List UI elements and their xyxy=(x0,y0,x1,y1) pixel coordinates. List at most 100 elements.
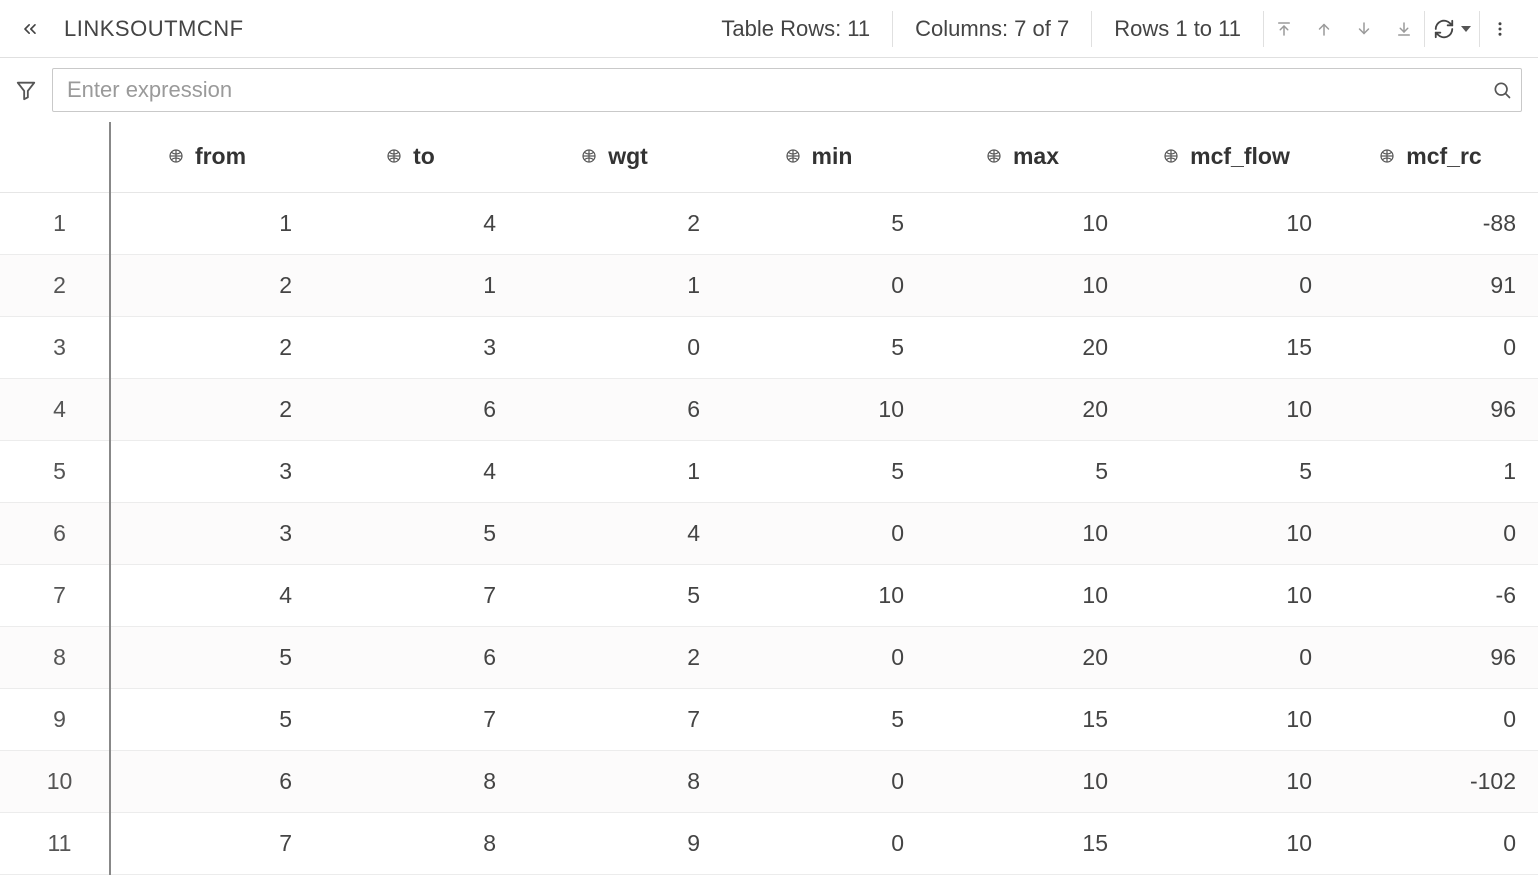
cell-min[interactable]: 5 xyxy=(722,192,926,254)
expression-search-button[interactable] xyxy=(1492,80,1512,100)
cell-to[interactable]: 5 xyxy=(314,502,518,564)
cell-mcf_flow[interactable]: 10 xyxy=(1130,564,1334,626)
cell-from[interactable]: 6 xyxy=(110,750,314,812)
cell-max[interactable]: 10 xyxy=(926,502,1130,564)
cell-to[interactable]: 8 xyxy=(314,750,518,812)
cell-mcf_rc[interactable]: 0 xyxy=(1334,688,1538,750)
cell-max[interactable]: 15 xyxy=(926,688,1130,750)
go-to-first-button[interactable] xyxy=(1264,9,1304,49)
table-row[interactable]: 2211010091 xyxy=(0,254,1538,316)
cell-to[interactable]: 1 xyxy=(314,254,518,316)
page-up-button[interactable] xyxy=(1304,9,1344,49)
table-row[interactable]: 7475101010-6 xyxy=(0,564,1538,626)
cell-mcf_rc[interactable]: -6 xyxy=(1334,564,1538,626)
cell-max[interactable]: 10 xyxy=(926,564,1130,626)
cell-wgt[interactable]: 2 xyxy=(518,626,722,688)
cell-mcf_flow[interactable]: 10 xyxy=(1130,812,1334,874)
column-header-to[interactable]: to xyxy=(314,122,518,192)
cell-to[interactable]: 7 xyxy=(314,564,518,626)
cell-max[interactable]: 20 xyxy=(926,378,1130,440)
cell-mcf_rc[interactable]: 0 xyxy=(1334,812,1538,874)
cell-min[interactable]: 0 xyxy=(722,812,926,874)
cell-max[interactable]: 10 xyxy=(926,192,1130,254)
filter-button[interactable] xyxy=(12,79,40,101)
cell-to[interactable]: 8 xyxy=(314,812,518,874)
table-row[interactable]: 9577515100 xyxy=(0,688,1538,750)
table-row[interactable]: 8562020096 xyxy=(0,626,1538,688)
cell-min[interactable]: 0 xyxy=(722,626,926,688)
column-header-min[interactable]: min xyxy=(722,122,926,192)
column-header-from[interactable]: from xyxy=(110,122,314,192)
cell-max[interactable]: 10 xyxy=(926,254,1130,316)
table-row[interactable]: 53415551 xyxy=(0,440,1538,502)
cell-to[interactable]: 4 xyxy=(314,192,518,254)
cell-to[interactable]: 6 xyxy=(314,378,518,440)
cell-from[interactable]: 4 xyxy=(110,564,314,626)
cell-wgt[interactable]: 8 xyxy=(518,750,722,812)
row-number-cell[interactable]: 3 xyxy=(0,316,110,378)
cell-wgt[interactable]: 7 xyxy=(518,688,722,750)
cell-mcf_flow[interactable]: 0 xyxy=(1130,626,1334,688)
cell-max[interactable]: 5 xyxy=(926,440,1130,502)
refresh-dropdown[interactable] xyxy=(1425,18,1479,40)
cell-mcf_rc[interactable]: 0 xyxy=(1334,502,1538,564)
cell-max[interactable]: 15 xyxy=(926,812,1130,874)
cell-mcf_flow[interactable]: 0 xyxy=(1130,254,1334,316)
column-header-mcf_flow[interactable]: mcf_flow xyxy=(1130,122,1334,192)
cell-to[interactable]: 4 xyxy=(314,440,518,502)
cell-from[interactable]: 7 xyxy=(110,812,314,874)
table-row[interactable]: 114251010-88 xyxy=(0,192,1538,254)
table-row[interactable]: 1068801010-102 xyxy=(0,750,1538,812)
cell-wgt[interactable]: 6 xyxy=(518,378,722,440)
cell-to[interactable]: 6 xyxy=(314,626,518,688)
cell-from[interactable]: 2 xyxy=(110,254,314,316)
row-number-cell[interactable]: 2 xyxy=(0,254,110,316)
row-number-cell[interactable]: 4 xyxy=(0,378,110,440)
collapse-button[interactable] xyxy=(10,9,50,49)
cell-to[interactable]: 7 xyxy=(314,688,518,750)
cell-min[interactable]: 0 xyxy=(722,750,926,812)
cell-mcf_flow[interactable]: 5 xyxy=(1130,440,1334,502)
cell-wgt[interactable]: 5 xyxy=(518,564,722,626)
row-number-cell[interactable]: 9 xyxy=(0,688,110,750)
cell-mcf_flow[interactable]: 10 xyxy=(1130,378,1334,440)
cell-max[interactable]: 10 xyxy=(926,750,1130,812)
row-number-cell[interactable]: 11 xyxy=(0,812,110,874)
row-number-cell[interactable]: 8 xyxy=(0,626,110,688)
row-number-cell[interactable]: 7 xyxy=(0,564,110,626)
cell-mcf_rc[interactable]: -88 xyxy=(1334,192,1538,254)
cell-min[interactable]: 10 xyxy=(722,564,926,626)
cell-max[interactable]: 20 xyxy=(926,626,1130,688)
cell-wgt[interactable]: 9 xyxy=(518,812,722,874)
cell-from[interactable]: 3 xyxy=(110,440,314,502)
cell-min[interactable]: 0 xyxy=(722,502,926,564)
cell-wgt[interactable]: 1 xyxy=(518,440,722,502)
page-down-button[interactable] xyxy=(1344,9,1384,49)
go-to-last-button[interactable] xyxy=(1384,9,1424,49)
cell-from[interactable]: 5 xyxy=(110,688,314,750)
cell-mcf_rc[interactable]: 0 xyxy=(1334,316,1538,378)
cell-mcf_flow[interactable]: 10 xyxy=(1130,192,1334,254)
column-header-mcf_rc[interactable]: mcf_rc xyxy=(1334,122,1538,192)
cell-min[interactable]: 0 xyxy=(722,254,926,316)
cell-wgt[interactable]: 1 xyxy=(518,254,722,316)
cell-from[interactable]: 2 xyxy=(110,378,314,440)
cell-from[interactable]: 1 xyxy=(110,192,314,254)
row-number-cell[interactable]: 10 xyxy=(0,750,110,812)
cell-mcf_rc[interactable]: -102 xyxy=(1334,750,1538,812)
table-row[interactable]: 11789015100 xyxy=(0,812,1538,874)
cell-wgt[interactable]: 0 xyxy=(518,316,722,378)
cell-mcf_flow[interactable]: 10 xyxy=(1130,750,1334,812)
row-number-cell[interactable]: 1 xyxy=(0,192,110,254)
cell-mcf_rc[interactable]: 1 xyxy=(1334,440,1538,502)
cell-from[interactable]: 2 xyxy=(110,316,314,378)
column-header-max[interactable]: max xyxy=(926,122,1130,192)
cell-mcf_rc[interactable]: 91 xyxy=(1334,254,1538,316)
table-row[interactable]: 3230520150 xyxy=(0,316,1538,378)
expression-input[interactable] xyxy=(52,68,1522,112)
cell-min[interactable]: 5 xyxy=(722,688,926,750)
cell-wgt[interactable]: 2 xyxy=(518,192,722,254)
cell-min[interactable]: 10 xyxy=(722,378,926,440)
cell-min[interactable]: 5 xyxy=(722,440,926,502)
cell-min[interactable]: 5 xyxy=(722,316,926,378)
